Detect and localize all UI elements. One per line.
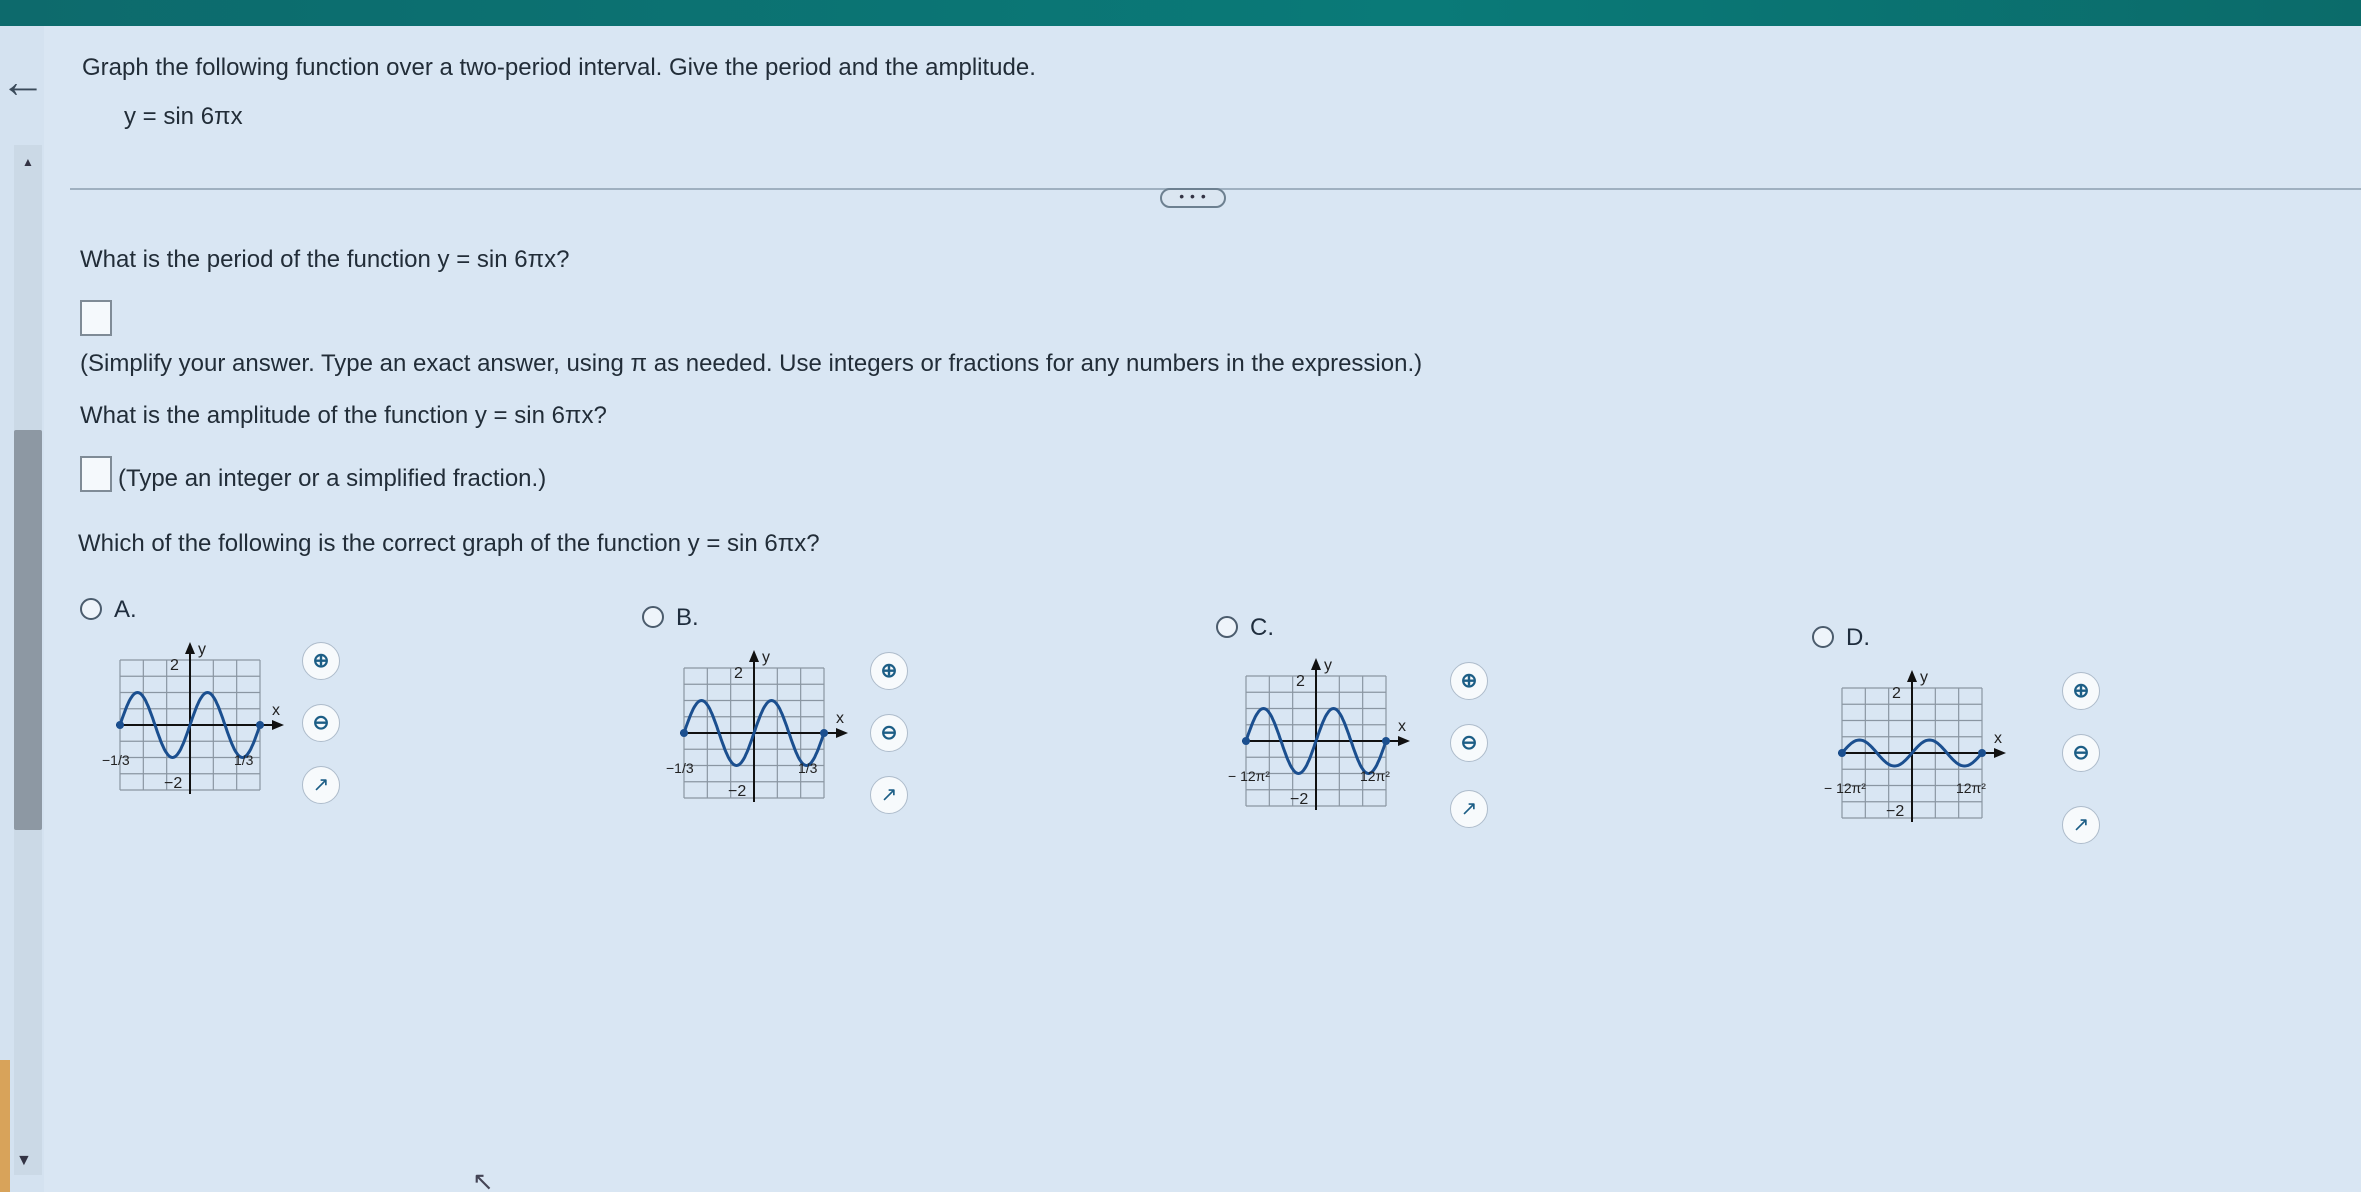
- y-min-label: −2: [1886, 803, 1904, 820]
- option-c-label: C.: [1250, 614, 1274, 641]
- y-max-label: 2: [1296, 673, 1305, 690]
- expand-more-button[interactable]: • • •: [1160, 188, 1226, 208]
- curve-start-point: [1838, 749, 1846, 757]
- scroll-up-icon[interactable]: ▲: [22, 155, 34, 169]
- option-b-zoom-in-icon[interactable]: ⊕: [870, 652, 908, 690]
- y-axis-arrow: [185, 642, 195, 654]
- y-axis-label: y: [198, 641, 206, 658]
- amplitude-question: What is the amplitude of the function y …: [80, 402, 607, 429]
- side-strip: [0, 1060, 10, 1192]
- x-axis-arrow: [272, 720, 284, 730]
- graph-question: Which of the following is the correct gr…: [78, 530, 820, 557]
- option-a-external-link-icon[interactable]: ↗: [302, 766, 340, 804]
- x-min-label: −1/3: [666, 760, 694, 776]
- x-axis-label: x: [1994, 730, 2002, 747]
- scroll-down-icon[interactable]: ▼: [16, 1152, 32, 1170]
- option-c-external-link-icon[interactable]: ↗: [1450, 790, 1488, 828]
- x-axis-arrow: [1398, 736, 1410, 746]
- option-d-zoom-in-icon[interactable]: ⊕: [2062, 672, 2100, 710]
- x-min-label: − 12π²: [1228, 768, 1270, 784]
- mouse-cursor-icon: ↖: [472, 1166, 494, 1192]
- option-d-zoom-out-icon[interactable]: ⊖: [2062, 734, 2100, 772]
- x-axis-arrow: [836, 728, 848, 738]
- y-min-label: −2: [1290, 791, 1308, 808]
- y-axis-arrow: [1907, 670, 1917, 682]
- option-b-zoom-out-icon[interactable]: ⊖: [870, 714, 908, 752]
- period-answer-input[interactable]: [80, 300, 112, 336]
- option-a-label: A.: [114, 596, 137, 623]
- option-a-radio[interactable]: [80, 598, 102, 620]
- amplitude-answer-input[interactable]: [80, 456, 112, 492]
- x-min-label: −1/3: [102, 752, 130, 768]
- option-a-zoom-out-icon[interactable]: ⊖: [302, 704, 340, 742]
- x-max-label: 1/3: [234, 752, 254, 768]
- option-c-zoom-out-icon[interactable]: ⊖: [1450, 724, 1488, 762]
- curve-start-point: [1242, 737, 1250, 745]
- option-d-graph: 2 −2 y x − 12π² 12π²: [1824, 669, 2006, 822]
- amplitude-hint: (Type an integer or a simplified fractio…: [118, 465, 547, 492]
- x-max-label: 1/3: [798, 760, 818, 776]
- y-max-label: 2: [1892, 685, 1901, 702]
- x-min-label: − 12π²: [1824, 780, 1866, 796]
- x-axis-label: x: [272, 702, 280, 719]
- option-c-zoom-in-icon[interactable]: ⊕: [1450, 662, 1488, 700]
- option-a-zoom-in-icon[interactable]: ⊕: [302, 642, 340, 680]
- problem-function: y = sin 6πx: [124, 103, 243, 130]
- x-max-label: 12π²: [1360, 768, 1390, 784]
- y-axis-label: y: [1920, 669, 1928, 686]
- y-max-label: 2: [170, 657, 179, 674]
- top-bar: [0, 0, 2361, 26]
- period-hint: (Simplify your answer. Type an exact ans…: [80, 350, 1423, 377]
- y-min-label: −2: [728, 783, 746, 800]
- option-a-graph: 2 −2 y x −1/3 1/3: [102, 641, 284, 794]
- y-axis-arrow: [1311, 658, 1321, 670]
- y-min-label: −2: [164, 775, 182, 792]
- option-c-graph: 2 −2 y x − 12π² 12π²: [1228, 657, 1410, 810]
- option-b-graph: 2 −2 y x −1/3 1/3: [666, 649, 848, 802]
- back-arrow-icon[interactable]: ←: [0, 58, 46, 104]
- curve-end-point: [1978, 749, 1986, 757]
- curve-start-point: [680, 729, 688, 737]
- option-b-external-link-icon[interactable]: ↗: [870, 776, 908, 814]
- x-max-label: 12π²: [1956, 780, 1986, 796]
- curve-end-point: [1382, 737, 1390, 745]
- option-d-external-link-icon[interactable]: ↗: [2062, 806, 2100, 844]
- option-d-label: D.: [1846, 624, 1870, 651]
- curve-start-point: [116, 721, 124, 729]
- x-axis-arrow: [1994, 748, 2006, 758]
- scrollbar-thumb[interactable]: [14, 430, 42, 830]
- y-max-label: 2: [734, 665, 743, 682]
- curve-end-point: [256, 721, 264, 729]
- curve-end-point: [820, 729, 828, 737]
- option-d-radio[interactable]: [1812, 626, 1834, 648]
- x-axis-label: x: [1398, 718, 1406, 735]
- x-axis-label: x: [836, 710, 844, 727]
- option-c-radio[interactable]: [1216, 616, 1238, 638]
- option-b-label: B.: [676, 604, 699, 631]
- y-axis-label: y: [762, 649, 770, 666]
- y-axis-label: y: [1324, 657, 1332, 674]
- period-question: What is the period of the function y = s…: [80, 246, 570, 273]
- y-axis-arrow: [749, 650, 759, 662]
- problem-prompt: Graph the following function over a two-…: [82, 54, 1036, 81]
- option-b-radio[interactable]: [642, 606, 664, 628]
